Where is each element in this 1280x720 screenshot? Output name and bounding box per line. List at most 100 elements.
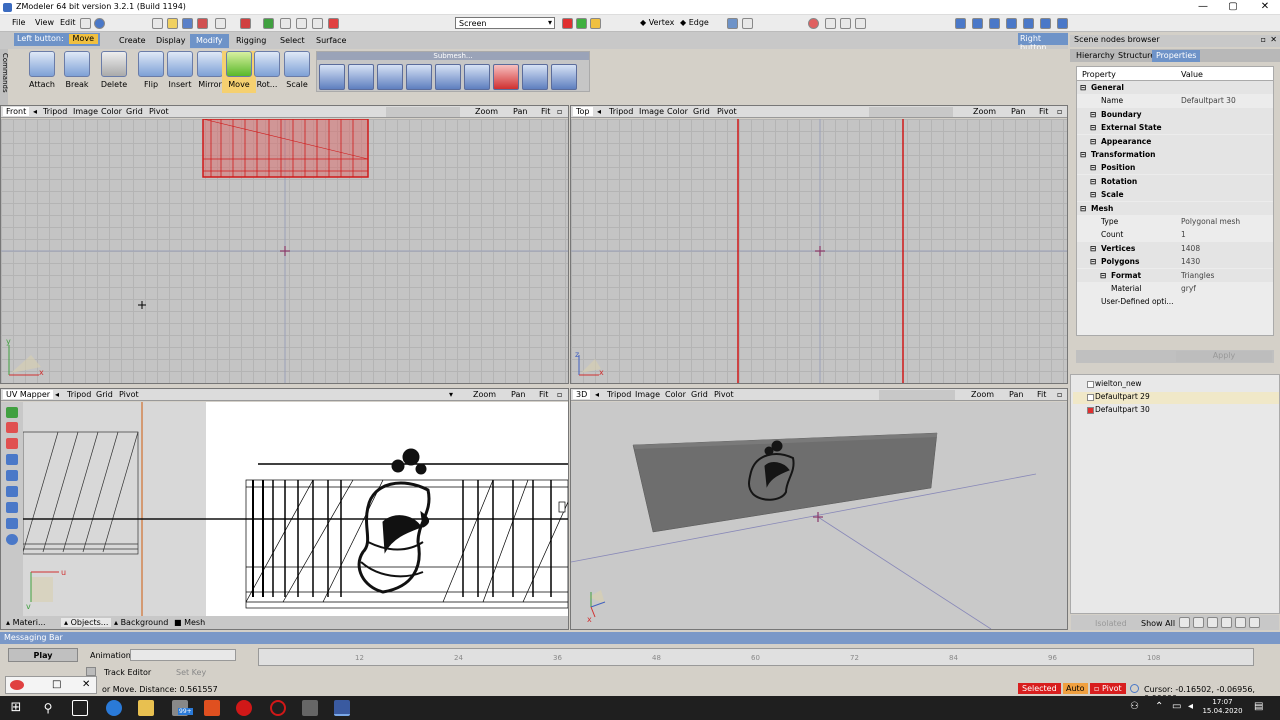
tab-mesh[interactable]: ■ Mesh <box>171 618 208 627</box>
expand-icon[interactable]: ⊟ <box>1080 83 1086 92</box>
uv-menu-icon[interactable]: ▾ <box>449 390 453 399</box>
search-icon[interactable]: ⚲ <box>40 700 56 716</box>
menu-color[interactable]: Color <box>667 107 688 116</box>
notifications-icon[interactable]: ▤ <box>1254 701 1263 712</box>
opera-gx-icon[interactable] <box>270 700 286 716</box>
open-file-icon[interactable] <box>167 18 178 29</box>
menu-grid[interactable]: Grid <box>693 107 710 116</box>
scene-tool-6-icon[interactable] <box>1249 617 1260 628</box>
menu-image[interactable]: Image <box>639 107 664 116</box>
expand-icon[interactable]: ⊟ <box>1090 177 1096 186</box>
scene-node-item[interactable]: wielton_new <box>1073 379 1279 391</box>
expand-icon[interactable]: ⊟ <box>1090 137 1096 146</box>
fit-tool[interactable]: Fit <box>1039 107 1048 116</box>
store-icon[interactable]: 99+ <box>172 700 193 716</box>
close-button[interactable]: ✕ <box>1250 0 1280 15</box>
expand-icon[interactable]: ⊟ <box>1080 204 1086 213</box>
edge-mode-button[interactable]: ◆ Edge <box>680 18 709 27</box>
menu-pivot[interactable]: Pivot <box>119 390 139 399</box>
property-row[interactable]: ⊟ Mesh <box>1077 201 1273 215</box>
restore-icon[interactable]: □ <box>52 679 61 690</box>
fit-tool[interactable]: Fit <box>539 390 548 399</box>
pan-tool[interactable]: Pan <box>1011 107 1025 116</box>
maximize-viewport-icon[interactable]: ▫ <box>1057 390 1062 399</box>
play-button[interactable]: Play <box>8 648 78 662</box>
expand-icon[interactable]: ⊟ <box>1090 257 1096 266</box>
toolbar-icon-3[interactable] <box>296 18 307 29</box>
edge-browser-icon[interactable] <box>106 700 122 716</box>
property-row[interactable]: ⊟ Boundary <box>1077 107 1273 121</box>
pan-tool[interactable]: Pan <box>511 390 525 399</box>
menu-tripod[interactable]: Tripod <box>607 390 631 399</box>
clock[interactable]: 17:07 15.04.2020 <box>1200 698 1245 718</box>
maximize-viewport-icon[interactable]: ▫ <box>1057 107 1062 116</box>
uv-tool-1-icon[interactable] <box>6 407 18 418</box>
scene-tool-1-icon[interactable] <box>1179 617 1190 628</box>
axis-z-lock-icon[interactable] <box>590 18 601 29</box>
chevron-up-icon[interactable]: ⌃ <box>1155 701 1163 712</box>
property-row[interactable]: ⊟ Vertices 1408 <box>1077 241 1273 255</box>
tab-modify[interactable]: Modify <box>190 34 229 48</box>
tab-surface[interactable]: Surface <box>310 34 352 48</box>
submesh-tool-8-icon[interactable] <box>522 64 548 90</box>
fit-tool[interactable]: Fit <box>541 107 550 116</box>
menu-color[interactable]: Color <box>101 107 122 116</box>
tab-background[interactable]: ▴ Background <box>111 618 171 627</box>
viewport-toolbar[interactable] <box>869 107 953 117</box>
uv-tool-8-icon[interactable] <box>6 518 18 529</box>
property-row[interactable]: ⊟ Scale <box>1077 188 1273 202</box>
menu-grid[interactable]: Grid <box>126 107 143 116</box>
property-row[interactable]: Material gryf <box>1077 282 1273 295</box>
attach-button[interactable]: Attach <box>25 51 59 93</box>
property-row[interactable]: Name Defaultpart 30 <box>1077 94 1273 107</box>
zoom-tool[interactable]: Zoom <box>475 107 498 116</box>
menu-tripod[interactable]: Tripod <box>43 107 67 116</box>
expand-icon[interactable]: ⊟ <box>1090 163 1096 172</box>
tab-hierarchy[interactable]: Hierarchy <box>1072 50 1119 62</box>
menu-grid[interactable]: Grid <box>96 390 113 399</box>
object-mode-icon[interactable] <box>742 18 753 29</box>
viewport-toolbar[interactable] <box>879 390 955 400</box>
submesh-tool-3-icon[interactable] <box>377 64 403 90</box>
menu-pivot[interactable]: Pivot <box>714 390 734 399</box>
minimize-button[interactable]: — <box>1188 0 1218 15</box>
viewport-toolbar[interactable] <box>386 107 460 117</box>
expand-icon[interactable]: ⊟ <box>1090 123 1096 132</box>
maximize-viewport-icon[interactable]: ▫ <box>557 390 562 399</box>
polygon-mode-icon[interactable] <box>727 18 738 29</box>
pan-tool[interactable]: Pan <box>513 107 527 116</box>
maximize-button[interactable]: ▢ <box>1218 0 1248 15</box>
tab-properties[interactable]: Properties <box>1152 50 1201 62</box>
menu-image[interactable]: Image <box>73 107 98 116</box>
zmodeler-taskbar-icon[interactable] <box>334 700 350 716</box>
close-icon[interactable]: ✕ <box>82 679 90 690</box>
visibility-checkbox[interactable] <box>1087 407 1094 414</box>
submesh-tool-7-icon[interactable] <box>493 64 519 90</box>
property-row[interactable]: Type Polygonal mesh <box>1077 215 1273 228</box>
submesh-tool-1-icon[interactable] <box>319 64 345 90</box>
3d-viewport-name[interactable]: 3D <box>573 390 591 399</box>
zoom-tool[interactable]: Zoom <box>973 107 996 116</box>
property-row[interactable]: ⊟ Position <box>1077 161 1273 175</box>
menu-tripod[interactable]: Tripod <box>67 390 91 399</box>
expand-icon[interactable]: ⊟ <box>1090 110 1096 119</box>
toolbar-icon-2[interactable] <box>280 18 291 29</box>
property-row[interactable]: ⊟ Transformation <box>1077 148 1273 161</box>
toolbar-icon-7[interactable] <box>840 18 851 29</box>
task-view-icon[interactable] <box>72 700 88 716</box>
new-file-icon[interactable] <box>152 18 163 29</box>
visibility-checkbox[interactable] <box>1087 381 1094 388</box>
uv-tool-3-icon[interactable] <box>6 438 18 449</box>
network-icon[interactable]: ▭ <box>1172 701 1181 712</box>
view-icon-6[interactable] <box>1040 18 1051 29</box>
submesh-tool-9-icon[interactable] <box>551 64 577 90</box>
save-icon[interactable] <box>182 18 193 29</box>
scene-tool-4-icon[interactable] <box>1221 617 1232 628</box>
file-explorer-icon[interactable] <box>138 700 154 716</box>
property-row[interactable]: User-Defined opti... <box>1077 295 1273 308</box>
menu-edit[interactable]: Edit <box>60 18 76 27</box>
back-arrow-icon[interactable]: ◂ <box>55 390 59 399</box>
menu-pivot[interactable]: Pivot <box>149 107 169 116</box>
timeline[interactable]: 12 24 36 48 60 72 84 96 108 <box>258 648 1254 666</box>
submesh-tool-4-icon[interactable] <box>406 64 432 90</box>
